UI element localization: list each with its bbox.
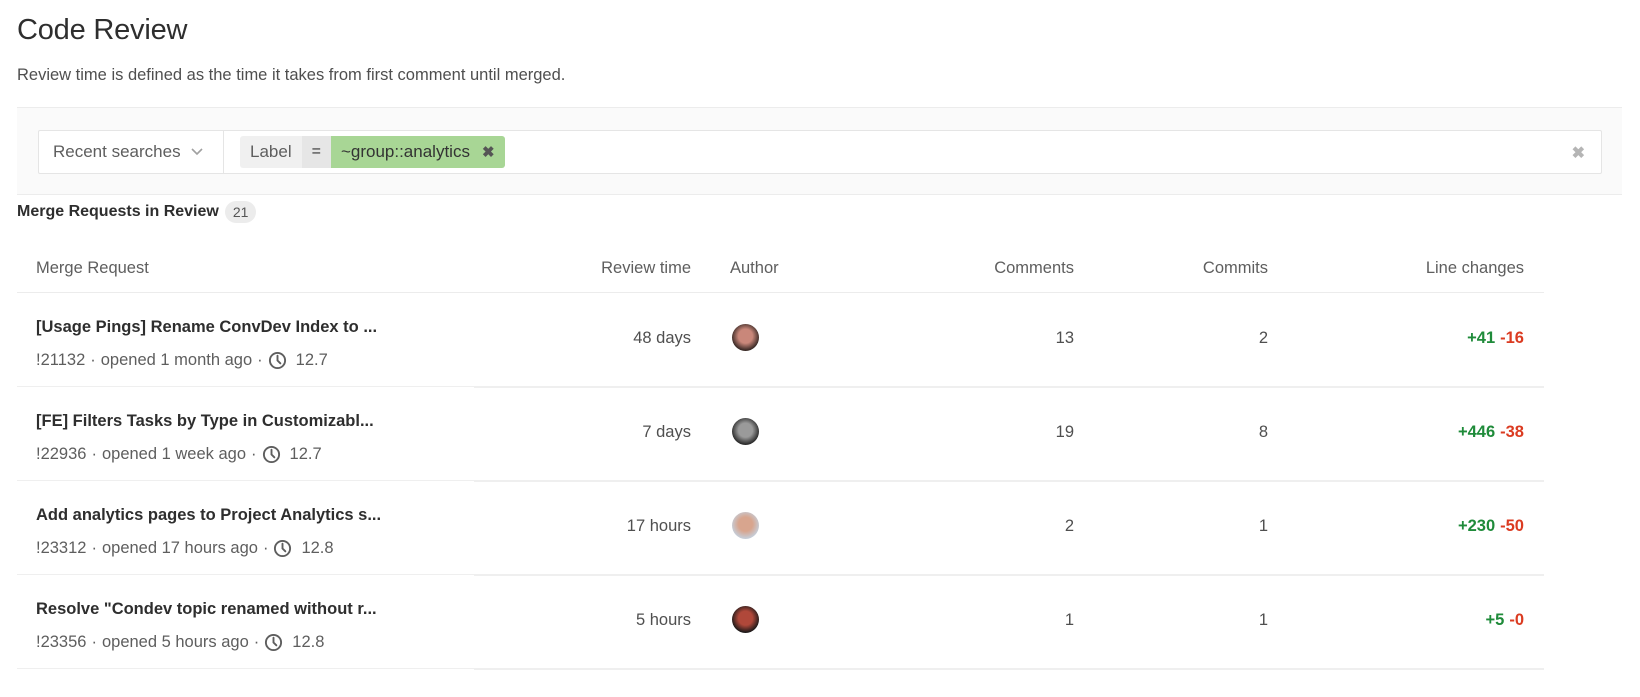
- comments-count: 13: [1055, 329, 1074, 347]
- merge-request-meta: !23356 · opened 5 hours ago · 12.8: [36, 633, 324, 652]
- count-badge: 21: [224, 201, 257, 223]
- clock-icon: [268, 351, 287, 370]
- merge-request-iid-link[interactable]: !21132: [36, 351, 85, 370]
- table-row: Add analytics pages to Project Analytics…: [17, 481, 1544, 576]
- comments-count: 1: [1064, 611, 1074, 629]
- opened-time: opened 5 hours ago: [101, 633, 249, 651]
- comments-count: 19: [1055, 423, 1074, 441]
- review-time: 48 days: [633, 329, 691, 347]
- clock-icon: [262, 445, 281, 464]
- review-time: 17 hours: [626, 517, 691, 535]
- lines-added: +5: [1485, 611, 1505, 629]
- merge-request-iid-link[interactable]: !23312: [36, 539, 86, 558]
- token-key[interactable]: Label: [240, 136, 302, 168]
- lines-removed: -0: [1509, 611, 1524, 629]
- section-title-label: Merge Requests in Review: [17, 203, 219, 220]
- table-row: [Usage Pings] Rename ConvDev Index to ..…: [17, 293, 1544, 388]
- merge-request-iid-link[interactable]: !23356: [36, 633, 86, 652]
- lines-added: +41: [1467, 329, 1496, 347]
- column-header-merge-request: Merge Request: [36, 259, 149, 277]
- merge-requests-table: Merge Request Review time Author Comment…: [17, 245, 1544, 670]
- table-row: Resolve "Condev topic renamed without r.…: [17, 575, 1544, 670]
- milestone-link[interactable]: 12.8: [292, 633, 324, 652]
- milestone-link[interactable]: 12.7: [296, 351, 328, 370]
- comments-count: 2: [1064, 517, 1074, 535]
- review-time: 5 hours: [635, 611, 691, 629]
- separator: ·: [90, 351, 96, 369]
- clock-icon: [273, 539, 292, 558]
- opened-time: opened 17 hours ago: [101, 539, 258, 557]
- column-header-commits[interactable]: Commits: [1203, 259, 1268, 278]
- merge-request-title-link[interactable]: Resolve "Condev topic renamed without r.…: [36, 600, 377, 619]
- column-header-author: Author: [730, 259, 779, 277]
- merge-request-iid-link[interactable]: !22936: [36, 445, 86, 464]
- table-body: [Usage Pings] Rename ConvDev Index to ..…: [17, 293, 1544, 670]
- page-description: Review time is defined as the time it ta…: [17, 66, 566, 84]
- row-divider: [17, 668, 474, 669]
- lines-added: +230: [1457, 517, 1496, 535]
- column-header-line-changes[interactable]: Line changes: [1426, 259, 1524, 278]
- lines-removed: -50: [1500, 517, 1524, 535]
- table-row: [FE] Filters Tasks by Type in Customizab…: [17, 387, 1544, 482]
- lines-removed: -16: [1500, 329, 1524, 347]
- token-value-label: ~group::analytics: [340, 142, 470, 161]
- line-changes: +5 -0: [1486, 611, 1524, 630]
- opened-time: opened 1 month ago: [100, 351, 253, 369]
- opened-time: opened 1 week ago: [101, 445, 247, 463]
- chevron-down-icon: [191, 145, 203, 159]
- table-header: Merge Request Review time Author Comment…: [17, 245, 1544, 293]
- merge-request-meta: !22936 · opened 1 week ago · 12.7: [36, 445, 322, 464]
- line-changes: +446 -38: [1458, 423, 1524, 442]
- row-divider: [474, 668, 1544, 670]
- filtered-search-box[interactable]: Recent searches Label = ~group::analytic…: [38, 130, 1602, 174]
- separator: ·: [253, 633, 260, 651]
- commits-count: 2: [1258, 329, 1268, 347]
- separator: ·: [251, 445, 257, 463]
- merge-request-title-link[interactable]: [Usage Pings] Rename ConvDev Index to ..…: [36, 318, 377, 337]
- line-changes: +230 -50: [1458, 517, 1524, 536]
- merge-request-meta: !23312 · opened 17 hours ago · 12.8: [36, 539, 334, 558]
- review-time: 7 days: [642, 423, 691, 441]
- commits-count: 1: [1258, 517, 1268, 535]
- milestone-link[interactable]: 12.8: [301, 539, 333, 558]
- filter-token[interactable]: Label = ~group::analytics ✖: [240, 136, 505, 168]
- column-header-review-time[interactable]: Review time: [601, 259, 691, 278]
- commits-count: 1: [1258, 611, 1268, 629]
- merge-request-title-link[interactable]: [FE] Filters Tasks by Type in Customizab…: [36, 412, 374, 431]
- author-avatar[interactable]: [732, 418, 759, 445]
- separator: ·: [262, 539, 269, 557]
- filter-bar: Recent searches Label = ~group::analytic…: [17, 107, 1622, 195]
- author-avatar[interactable]: [732, 606, 759, 633]
- separator: ·: [91, 539, 97, 557]
- recent-searches-label: Recent searches: [53, 142, 181, 161]
- merge-request-meta: !21132 · opened 1 month ago · 12.7: [36, 351, 328, 370]
- milestone-link[interactable]: 12.7: [290, 445, 322, 464]
- clock-icon: [264, 633, 283, 652]
- author-avatar[interactable]: [732, 324, 759, 351]
- separator: ·: [91, 445, 97, 463]
- author-avatar[interactable]: [732, 512, 759, 539]
- column-header-comments[interactable]: Comments: [994, 259, 1074, 278]
- separator: ·: [257, 351, 263, 369]
- commits-count: 8: [1258, 423, 1268, 441]
- token-operator[interactable]: =: [301, 136, 331, 168]
- separator: ·: [91, 633, 97, 651]
- line-changes: +41 -16: [1467, 329, 1524, 348]
- recent-searches-dropdown[interactable]: Recent searches: [39, 131, 224, 173]
- merge-request-title-link[interactable]: Add analytics pages to Project Analytics…: [36, 506, 381, 525]
- section-title: Merge Requests in Review 21: [17, 201, 257, 223]
- page-title: Code Review: [17, 14, 188, 46]
- lines-removed: -38: [1500, 423, 1524, 441]
- remove-token-icon[interactable]: ✖: [482, 143, 495, 161]
- clear-search-icon[interactable]: ✖: [1572, 143, 1585, 163]
- token-value[interactable]: ~group::analytics ✖: [330, 136, 505, 168]
- lines-added: +446: [1457, 423, 1496, 441]
